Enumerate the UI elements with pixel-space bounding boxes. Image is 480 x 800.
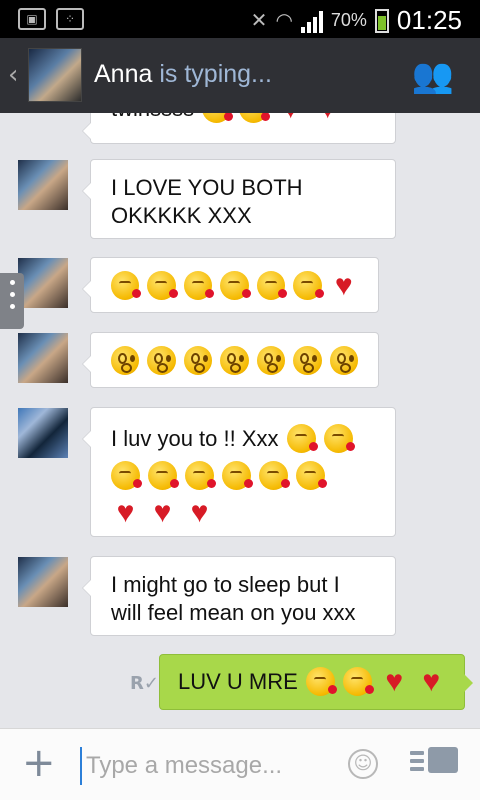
chat-header: ‹ Anna is typing... 👥 [0, 38, 480, 113]
kiss-emoji [183, 271, 215, 300]
contact-name: Anna [94, 60, 153, 88]
flushed-emoji [147, 346, 176, 375]
message-text: will feel mean on you xxx [111, 600, 356, 625]
battery-percent: 70% [330, 10, 367, 30]
kiss-emoji [259, 461, 290, 490]
kiss-emoji [342, 667, 374, 696]
emoji-row [111, 346, 358, 375]
message-line: I luv you to !! Xxx [111, 424, 375, 453]
side-panel-handle[interactable] [0, 273, 24, 329]
message-bubble[interactable]: I might go to sleep but I will feel mean… [82, 556, 396, 636]
bbm-icon: ⁘ [56, 8, 84, 30]
flushed-emoji [256, 346, 286, 375]
message-text: I might go to sleep but I [111, 572, 340, 597]
contact-avatar[interactable] [18, 333, 68, 383]
kiss-emoji [111, 461, 142, 490]
kiss-emoji [185, 461, 216, 490]
contact-avatar[interactable] [18, 258, 68, 308]
flushed-emoji [183, 346, 213, 375]
heart-emoji: ♥ [334, 269, 353, 302]
contact-avatar[interactable] [28, 48, 82, 102]
send-icon[interactable] [410, 747, 458, 783]
mute-icon: ✕ [250, 10, 268, 32]
plus-icon[interactable]: + [22, 741, 56, 785]
kiss-emoji [147, 271, 179, 300]
message-bubble[interactable]: ♥ [82, 257, 379, 313]
message-input[interactable] [80, 747, 348, 785]
wifi-icon: ◠ [275, 10, 293, 32]
message-text: twinssss [111, 113, 194, 123]
kiss-emoji [148, 461, 179, 490]
heart-emoji: ♥ [313, 113, 342, 124]
message-bubble[interactable]: twinssss ♥ ♥ [82, 113, 396, 144]
battery-icon [374, 8, 389, 33]
contact-avatar[interactable] [18, 408, 68, 458]
message-text: OKKKKK XXX [111, 203, 252, 228]
heart-emoji: ♥ [422, 665, 441, 698]
contact-avatar[interactable] [18, 557, 68, 607]
kiss-emoji [296, 461, 327, 490]
message-bubble[interactable] [82, 332, 379, 388]
kiss-emoji [239, 113, 271, 123]
clock: 01:25 [396, 5, 462, 35]
message-text: LUV U MRE [178, 668, 298, 694]
kiss-emoji [256, 271, 288, 300]
heart-emoji: ♥ [116, 496, 135, 529]
flushed-emoji [111, 346, 140, 375]
group-icon[interactable]: 👥 [410, 56, 456, 96]
emoji-row [111, 461, 375, 490]
kiss-emoji [111, 271, 142, 300]
kiss-emoji [286, 424, 318, 453]
kiss-emoji [323, 424, 355, 453]
kiss-emoji [202, 113, 234, 123]
contact-title[interactable]: Anna is typing... [94, 60, 272, 89]
read-receipt-icon: R✓ [130, 673, 159, 694]
heart-emoji: ♥ [276, 113, 305, 124]
message-text: I LOVE YOU BOTH [111, 175, 303, 200]
emoji-row: ♥ ♥ ♥ [111, 496, 375, 529]
message-bubble[interactable]: I luv you to !! Xxx ♥ ♥ ♥ [82, 407, 396, 537]
status-bar: ▣ ⁘ ✕ ◠ 70% 01:25 [0, 0, 480, 38]
message-text: I luv you to !! Xxx [111, 425, 279, 451]
message-list[interactable]: twinssss ♥ ♥ I LOVE YOU BOTH OKKKKK XXX … [0, 113, 480, 728]
kiss-emoji [222, 461, 253, 490]
back-icon[interactable]: ‹ [8, 60, 18, 90]
kiss-emoji [305, 667, 337, 696]
flushed-emoji [220, 346, 249, 375]
image-icon: ▣ [18, 8, 46, 30]
signal-icon [300, 9, 323, 33]
kiss-emoji [293, 271, 324, 300]
emoji-row: ♥ [111, 269, 358, 302]
input-bar: + ☺ [0, 728, 480, 800]
message-bubble[interactable]: I LOVE YOU BOTH OKKKKK XXX [82, 159, 396, 239]
kiss-emoji [220, 271, 252, 300]
typing-status: is typing... [159, 60, 272, 88]
heart-emoji: ♥ [153, 496, 172, 529]
flushed-emoji [293, 346, 322, 375]
outgoing-message-bubble[interactable]: LUV U MRE ♥ ♥ [159, 654, 473, 710]
contact-avatar[interactable] [18, 160, 68, 210]
heart-emoji: ♥ [385, 665, 404, 698]
smiley-icon[interactable]: ☺ [348, 749, 378, 779]
flushed-emoji [329, 346, 358, 375]
heart-emoji: ♥ [190, 496, 209, 529]
